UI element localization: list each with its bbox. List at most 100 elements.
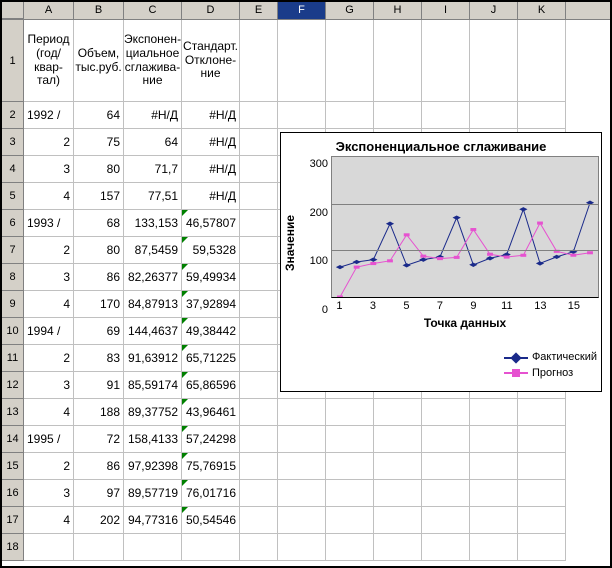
- cell[interactable]: 77,51: [124, 183, 182, 210]
- cell[interactable]: [326, 507, 374, 534]
- cell[interactable]: [470, 20, 518, 102]
- cell[interactable]: 83: [74, 345, 124, 372]
- cell[interactable]: [240, 156, 278, 183]
- row-header[interactable]: 4: [2, 156, 24, 183]
- cell[interactable]: 64: [74, 102, 124, 129]
- cell[interactable]: 43,96461: [182, 399, 240, 426]
- col-header-b[interactable]: B: [74, 2, 124, 19]
- row-header[interactable]: 14: [2, 426, 24, 453]
- cell[interactable]: 64: [124, 129, 182, 156]
- cell[interactable]: 82,26377: [124, 264, 182, 291]
- cell[interactable]: 1993 /: [24, 210, 74, 237]
- cell[interactable]: 133,153: [124, 210, 182, 237]
- cell[interactable]: [470, 453, 518, 480]
- row-header[interactable]: 13: [2, 399, 24, 426]
- cell[interactable]: 4: [24, 291, 74, 318]
- row-header[interactable]: 5: [2, 183, 24, 210]
- cell[interactable]: 91: [74, 372, 124, 399]
- row-header[interactable]: 18: [2, 534, 24, 561]
- cell[interactable]: [74, 534, 124, 561]
- cell[interactable]: [240, 291, 278, 318]
- col-header-g[interactable]: G: [326, 2, 374, 19]
- cell[interactable]: [374, 534, 422, 561]
- row-header[interactable]: 3: [2, 129, 24, 156]
- cell[interactable]: [374, 480, 422, 507]
- cell[interactable]: 65,71225: [182, 345, 240, 372]
- cell[interactable]: [422, 480, 470, 507]
- row-header[interactable]: 17: [2, 507, 24, 534]
- cell[interactable]: 71,7: [124, 156, 182, 183]
- cell[interactable]: [326, 102, 374, 129]
- cell[interactable]: [422, 102, 470, 129]
- cell[interactable]: 76,01716: [182, 480, 240, 507]
- cell[interactable]: 65,86596: [182, 372, 240, 399]
- cell[interactable]: [278, 534, 326, 561]
- cell[interactable]: [374, 507, 422, 534]
- cell[interactable]: #Н/Д: [182, 156, 240, 183]
- cell[interactable]: [240, 129, 278, 156]
- cell[interactable]: [518, 426, 566, 453]
- cell[interactable]: 80: [74, 156, 124, 183]
- cell[interactable]: 1994 /: [24, 318, 74, 345]
- cell[interactable]: 49,38442: [182, 318, 240, 345]
- cell[interactable]: 188: [74, 399, 124, 426]
- cell[interactable]: [470, 534, 518, 561]
- col-header-i[interactable]: I: [422, 2, 470, 19]
- cell[interactable]: 1995 /: [24, 426, 74, 453]
- cell[interactable]: [518, 20, 566, 102]
- cell[interactable]: [422, 534, 470, 561]
- cell[interactable]: [470, 426, 518, 453]
- cell[interactable]: 94,77316: [124, 507, 182, 534]
- cell[interactable]: 89,37752: [124, 399, 182, 426]
- cell[interactable]: 2: [24, 129, 74, 156]
- col-header-a[interactable]: A: [24, 2, 74, 19]
- cell[interactable]: #Н/Д: [124, 102, 182, 129]
- cell[interactable]: [326, 20, 374, 102]
- cell[interactable]: 68: [74, 210, 124, 237]
- col-header-k[interactable]: K: [518, 2, 566, 19]
- cell[interactable]: [422, 399, 470, 426]
- row-header[interactable]: 10: [2, 318, 24, 345]
- cell[interactable]: 4: [24, 399, 74, 426]
- col-header-j[interactable]: J: [470, 2, 518, 19]
- cell[interactable]: [374, 426, 422, 453]
- cell[interactable]: [278, 507, 326, 534]
- cell[interactable]: [240, 534, 278, 561]
- cell[interactable]: 1992 /: [24, 102, 74, 129]
- cell[interactable]: 46,57807: [182, 210, 240, 237]
- cell[interactable]: [326, 426, 374, 453]
- cell[interactable]: [278, 20, 326, 102]
- header-cell[interactable]: Стандарт. Отклоне-ние: [182, 20, 240, 102]
- cell[interactable]: #Н/Д: [182, 183, 240, 210]
- cell[interactable]: [470, 480, 518, 507]
- cell[interactable]: [518, 480, 566, 507]
- cell[interactable]: 4: [24, 507, 74, 534]
- cell[interactable]: 84,87913: [124, 291, 182, 318]
- cell[interactable]: 97: [74, 480, 124, 507]
- cell[interactable]: [374, 102, 422, 129]
- row-header[interactable]: 12: [2, 372, 24, 399]
- col-header-f[interactable]: F: [278, 2, 326, 19]
- cell[interactable]: 72: [74, 426, 124, 453]
- cell[interactable]: [470, 102, 518, 129]
- cell[interactable]: 3: [24, 480, 74, 507]
- cell[interactable]: 50,54546: [182, 507, 240, 534]
- cell[interactable]: 2: [24, 237, 74, 264]
- cell[interactable]: 158,4133: [124, 426, 182, 453]
- row-header[interactable]: 1: [2, 20, 24, 102]
- cell[interactable]: [240, 345, 278, 372]
- row-header[interactable]: 8: [2, 264, 24, 291]
- cell[interactable]: 75,76915: [182, 453, 240, 480]
- row-header[interactable]: 11: [2, 345, 24, 372]
- cell[interactable]: 157: [74, 183, 124, 210]
- cell[interactable]: 2: [24, 345, 74, 372]
- cell[interactable]: #Н/Д: [182, 129, 240, 156]
- cell[interactable]: [326, 453, 374, 480]
- cell[interactable]: 4: [24, 183, 74, 210]
- cell[interactable]: [374, 453, 422, 480]
- cell[interactable]: 91,63912: [124, 345, 182, 372]
- cell[interactable]: 59,49934: [182, 264, 240, 291]
- cell[interactable]: [422, 426, 470, 453]
- cell[interactable]: [470, 399, 518, 426]
- cell[interactable]: [518, 507, 566, 534]
